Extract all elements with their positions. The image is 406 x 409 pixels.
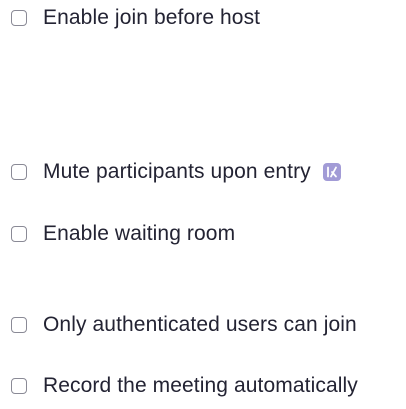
record-automatically-checkbox[interactable] (11, 378, 27, 394)
waiting-room-checkbox[interactable] (11, 226, 27, 242)
mute-on-entry-checkbox[interactable] (11, 164, 27, 180)
authenticated-users-checkbox[interactable] (11, 317, 27, 333)
authenticated-users-label: Only authenticated users can join (43, 313, 357, 336)
locked-setting-icon[interactable] (322, 163, 341, 181)
mute-on-entry-option[interactable]: Mute participants upon entry (0, 156, 341, 188)
record-automatically-option[interactable]: Record the meeting automatically (0, 370, 358, 402)
join-before-host-option[interactable]: Enable join before host (0, 2, 260, 34)
record-automatically-label: Record the meeting automatically (43, 374, 358, 397)
join-before-host-label: Enable join before host (43, 6, 261, 29)
authenticated-users-option[interactable]: Only authenticated users can join (0, 309, 357, 341)
mute-on-entry-label: Mute participants upon entry (43, 160, 311, 183)
waiting-room-option[interactable]: Enable waiting room (0, 218, 235, 250)
locked-setting-icon-graphic (322, 163, 341, 181)
join-before-host-checkbox[interactable] (11, 10, 27, 26)
waiting-room-label: Enable waiting room (43, 222, 236, 245)
